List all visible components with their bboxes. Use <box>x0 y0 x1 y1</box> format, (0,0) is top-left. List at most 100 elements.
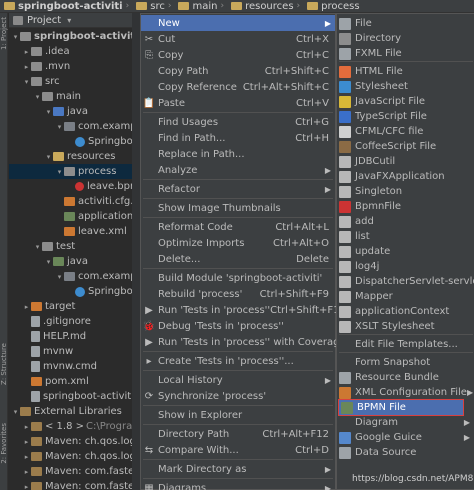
menu-item[interactable]: Local History ▶ <box>141 372 335 388</box>
project-view-selector[interactable]: Project ▾ <box>9 15 71 26</box>
menu-item[interactable]: Show in Explorer <box>141 407 335 423</box>
tree-node[interactable]: ▸ Maven: com.fasterxm <box>9 464 139 479</box>
expanded-arrow-icon[interactable]: ▾ <box>44 108 53 116</box>
menu-item[interactable]: ⟳ Synchronize 'process' <box>141 388 335 404</box>
tree-node[interactable]: ▾ com.examp <box>9 269 139 284</box>
breadcrumb-item[interactable]: process <box>307 1 360 12</box>
expanded-arrow-icon[interactable]: ▾ <box>33 243 42 251</box>
menu-item[interactable]: Copy Path Ctrl+Shift+C <box>141 63 335 79</box>
menu-item[interactable]: Rebuild 'process' Ctrl+Shift+F9 <box>141 286 335 302</box>
expanded-arrow-icon[interactable]: ▾ <box>55 273 64 281</box>
menu-item[interactable]: Directory Path Ctrl+Alt+F12 <box>141 426 335 442</box>
pkg-node-icon <box>64 272 75 281</box>
expanded-arrow-icon[interactable]: ▾ <box>11 408 20 416</box>
menu-item[interactable]: Optimize Imports Ctrl+Alt+O <box>141 235 335 251</box>
tree-node[interactable]: ▾springboot-activitiD:\ <box>9 29 139 44</box>
tree-node[interactable]: Springbo <box>9 284 139 299</box>
collapsed-arrow-icon[interactable]: ▸ <box>22 303 31 311</box>
folder-icon <box>178 2 190 10</box>
menu-item[interactable]: ⎘ Copy Ctrl+C <box>141 47 335 63</box>
collapsed-arrow-icon[interactable]: ▸ <box>22 438 31 446</box>
menu-item-shortcut: Ctrl+Shift+F10 <box>270 304 346 316</box>
menu-item[interactable]: Find in Path... Ctrl+H <box>141 130 335 146</box>
tree-node[interactable]: ▸ Maven: ch.qos.logbac <box>9 434 139 449</box>
tree-node[interactable]: Springbo <box>9 134 139 149</box>
breadcrumb-item[interactable]: src › <box>136 1 174 12</box>
tree-node[interactable]: application. <box>9 209 139 224</box>
expanded-arrow-icon[interactable]: ▾ <box>44 153 53 161</box>
menu-item[interactable]: Analyze ▶ <box>141 162 335 178</box>
collapsed-arrow-icon[interactable]: ▸ <box>22 483 31 490</box>
collapsed-arrow-icon[interactable]: ▸ <box>22 453 31 461</box>
tree-node[interactable]: ▸ .idea <box>9 44 139 59</box>
menu-item[interactable]: ✂ Cut Ctrl+X <box>141 31 335 47</box>
tree-node[interactable]: mvnw.cmd <box>9 359 139 374</box>
tool-window-favorites[interactable]: 2: Favorites <box>0 423 8 464</box>
tree-node[interactable]: activiti.cfg.x <box>9 194 139 209</box>
tree-node[interactable]: ▾ External Libraries <box>9 404 139 419</box>
expanded-arrow-icon[interactable]: ▾ <box>55 168 64 176</box>
tool-window-project[interactable]: 1: Project <box>0 17 8 50</box>
expanded-arrow-icon[interactable]: ▾ <box>22 78 31 86</box>
collapsed-arrow-icon[interactable]: ▸ <box>22 423 31 431</box>
tree-node[interactable]: ▾ main <box>9 89 139 104</box>
tool-window-structure[interactable]: Z: Structure <box>0 343 8 385</box>
tree-node[interactable]: springboot-activiti.iml <box>9 389 139 404</box>
tree-node[interactable]: HELP.md <box>9 329 139 344</box>
menu-item[interactable]: Refactor ▶ <box>141 181 335 197</box>
submenu-item-label: BPMN File <box>357 402 406 413</box>
tree-node[interactable]: ▾ process <box>9 164 139 179</box>
menu-item[interactable]: ▶ Run 'Tests in 'process'' with Coverage <box>141 334 346 350</box>
tree-node[interactable]: ▸ Maven: com.fasterxm <box>9 479 139 490</box>
tree-node[interactable]: ▾ resources <box>9 149 139 164</box>
submenu-item[interactable]: FXML File <box>337 45 474 62</box>
tree-node[interactable]: ▾ src <box>9 74 139 89</box>
tree-node[interactable]: ▸ Maven: ch.qos.logbac <box>9 449 139 464</box>
breadcrumb-item[interactable]: resources › <box>231 1 303 12</box>
menu-item[interactable]: Delete... Delete <box>141 251 335 267</box>
menu-item[interactable]: New ▶ <box>141 15 335 31</box>
submenu-item[interactable]: XSLT Stylesheet <box>337 318 474 335</box>
tree-node[interactable]: ▾ test <box>9 239 139 254</box>
tree-node[interactable]: leave.xml <box>9 224 139 239</box>
tree-node[interactable]: pom.xml <box>9 374 139 389</box>
menu-item[interactable]: 🐞 Debug 'Tests in 'process'' <box>141 318 335 334</box>
menu-item[interactable]: ▶ Run 'Tests in 'process'' Ctrl+Shift+F10 <box>141 302 346 318</box>
menu-item[interactable]: Find Usages Ctrl+G <box>141 114 335 130</box>
collapsed-arrow-icon[interactable]: ▸ <box>22 48 31 56</box>
tree-node[interactable]: ▾ java <box>9 104 139 119</box>
menu-item[interactable]: ▸ Create 'Tests in 'process''... <box>141 353 335 369</box>
collapsed-arrow-icon[interactable]: ▸ <box>22 63 31 71</box>
collapsed-arrow-icon[interactable]: ▸ <box>22 468 31 476</box>
tree-node-label: leave.xml <box>78 226 127 237</box>
breadcrumb-item[interactable]: springboot-activiti › <box>4 1 132 12</box>
tree-node[interactable]: ▾ java <box>9 254 139 269</box>
menu-item[interactable]: Build Module 'springboot-activiti' <box>141 270 335 286</box>
menu-item[interactable]: Mark Directory as ▶ <box>141 461 335 477</box>
breadcrumb-item[interactable]: main › <box>178 1 227 12</box>
expanded-arrow-icon[interactable]: ▾ <box>44 258 53 266</box>
tree-node[interactable]: ▸ .mvn <box>9 59 139 74</box>
file-type-icon <box>339 47 351 60</box>
submenu-item[interactable]: Edit File Templates... <box>337 336 474 353</box>
menu-item[interactable]: Copy Reference Ctrl+Alt+Shift+C <box>141 79 335 95</box>
menu-separator <box>143 459 333 460</box>
menu-item[interactable]: ▦ Diagrams ▶ <box>141 480 335 490</box>
submenu-item[interactable]: Data Source <box>337 444 474 461</box>
menu-item[interactable]: Show Image Thumbnails <box>141 200 335 216</box>
menu-item[interactable]: Replace in Path... <box>141 146 335 162</box>
tree-node[interactable]: ▸< 1.8 >C:\Program F <box>9 419 139 434</box>
tree-node[interactable]: .gitignore <box>9 314 139 329</box>
menu-item[interactable]: ⇆ Compare With... Ctrl+D <box>141 442 335 458</box>
menu-item[interactable]: 📋 Paste Ctrl+V <box>141 95 335 111</box>
menu-item[interactable]: Reformat Code Ctrl+Alt+L <box>141 219 335 235</box>
tree-node[interactable]: mvnw <box>9 344 139 359</box>
expanded-arrow-icon[interactable]: ▾ <box>33 93 42 101</box>
submenu-arrow-icon: ▶ <box>324 483 331 490</box>
tree-node[interactable]: leave.bpm <box>9 179 139 194</box>
expanded-arrow-icon[interactable]: ▾ <box>55 123 64 131</box>
tree-node[interactable]: ▸ target <box>9 299 139 314</box>
tree-node[interactable]: ▾ com.examp <box>9 119 139 134</box>
green-node-icon <box>53 257 64 266</box>
expanded-arrow-icon[interactable]: ▾ <box>11 33 20 41</box>
